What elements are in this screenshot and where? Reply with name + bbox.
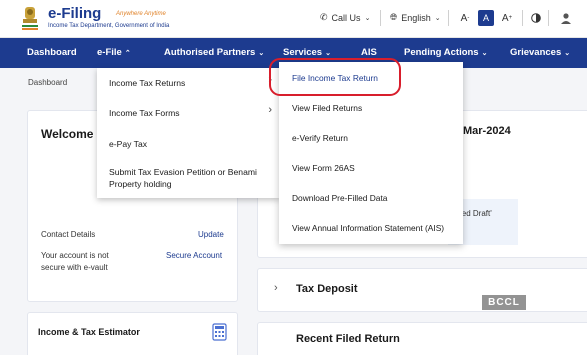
phone-icon: ✆ [320, 12, 328, 22]
nav-efile[interactable]: e-File ⌃ [97, 38, 131, 68]
chevron-down-icon: ⌄ [434, 14, 441, 22]
contact-details-label: Contact Details [41, 230, 96, 239]
chevron-right-icon: › [268, 104, 272, 116]
user-icon [561, 13, 571, 24]
divider [448, 10, 449, 26]
user-avatar[interactable] [560, 12, 572, 24]
submenu-item-everify-return[interactable]: e-Verify Return [279, 122, 463, 152]
menu-item-label-line2: Property holding [109, 179, 172, 189]
menu-item-tax-evasion-petition[interactable]: Submit Tax Evasion Petition or Benami Pr… [97, 158, 280, 198]
chevron-down-icon: ⌄ [481, 50, 488, 57]
menu-item-income-tax-returns[interactable]: Income Tax Returns › [97, 68, 280, 98]
submenu-item-label: View Filed Returns [292, 103, 363, 113]
menu-item-income-tax-forms[interactable]: Income Tax Forms › [97, 98, 280, 128]
chevron-down-icon: ⌄ [564, 50, 571, 57]
page: e-Filing Anywhere Anytime Income Tax Dep… [0, 0, 587, 355]
estimator-title: Income & Tax Estimator [38, 327, 140, 337]
secure-account-link[interactable]: Secure Account [166, 251, 222, 260]
submenu-item-view-filed-returns[interactable]: View Filed Returns [279, 92, 463, 122]
logo-title: e-Filing [48, 5, 102, 22]
font-decrease-label: A [460, 12, 468, 24]
divider [380, 10, 381, 26]
estimator-card[interactable]: Income & Tax Estimator [27, 312, 238, 355]
nav-label: Pending Actions [404, 47, 479, 58]
font-normal-button[interactable]: A [478, 10, 494, 26]
efiling-logo[interactable]: e-Filing Anywhere Anytime Income Tax Dep… [18, 5, 198, 33]
update-link[interactable]: Update [198, 230, 224, 239]
filing-date-text: Mar-2024 [463, 125, 511, 137]
chevron-up-icon: ⌃ [124, 50, 131, 57]
contrast-toggle-icon[interactable] [528, 10, 544, 26]
submenu-item-label: e-Verify Return [292, 133, 348, 143]
recent-filed-card[interactable]: Recent Filed Return [257, 322, 587, 355]
menu-item-label: Income Tax Returns [109, 78, 186, 88]
tax-deposit-label: Tax Deposit [296, 283, 358, 295]
nav-label: Grievances [510, 47, 562, 58]
submenu-item-view-form-26as[interactable]: View Form 26AS [279, 152, 463, 182]
submenu-item-download-prefilled[interactable]: Download Pre-Filled Data [279, 182, 463, 212]
menu-item-epay-tax[interactable]: e-Pay Tax [97, 128, 280, 158]
nav-label: Authorised Partners [164, 47, 256, 58]
font-decrease-button[interactable]: A- [457, 10, 473, 26]
font-increase-button[interactable]: A + [499, 10, 515, 26]
nav-authorised-partners[interactable]: Authorised Partners ⌄ [164, 38, 264, 68]
chevron-right-icon: › [274, 282, 278, 294]
nav-dashboard[interactable]: Dashboard [27, 38, 77, 68]
calculator-icon [212, 323, 227, 341]
nav-label: e-File [97, 47, 122, 58]
national-emblem-icon [22, 7, 38, 30]
menu-item-label: Income Tax Forms [109, 108, 180, 118]
breadcrumb[interactable]: Dashboard [28, 78, 67, 87]
tax-deposit-card[interactable]: › Tax Deposit [257, 268, 587, 312]
call-us-label: Call Us [331, 12, 361, 23]
chevron-down-icon: ⌄ [325, 50, 331, 57]
top-header: e-Filing Anywhere Anytime Income Tax Dep… [0, 0, 587, 38]
nav-label: Dashboard [27, 47, 77, 58]
vault-warning-line1: Your account is not [41, 251, 109, 260]
nav-grievances[interactable]: Grievances ⌄ [510, 38, 570, 68]
divider [548, 10, 549, 26]
nav-label: AIS [361, 47, 377, 58]
menu-item-label-line1: Submit Tax Evasion Petition or Benami [109, 167, 257, 177]
watermark: BCCL [482, 295, 526, 310]
nav-label: Services [283, 47, 323, 58]
menu-item-label: e-Pay Tax [109, 139, 148, 149]
recent-filed-label: Recent Filed Return [296, 333, 400, 345]
submenu-item-label: View Annual Information Statement (AIS) [292, 223, 445, 233]
logo-subtitle: Income Tax Department, Government of Ind… [48, 23, 170, 29]
submenu-item-view-ais[interactable]: View Annual Information Statement (AIS) [279, 212, 463, 244]
efile-dropdown: Income Tax Returns › Income Tax Forms › … [97, 68, 280, 198]
globe-icon: 🌐︎ [390, 12, 398, 22]
submenu-item-label: Download Pre-Filled Data [292, 193, 388, 203]
chevron-down-icon: ⌄ [258, 50, 265, 57]
font-increase-label: A [501, 12, 509, 24]
welcome-title: Welcome B [41, 127, 106, 141]
language-label: English [401, 12, 431, 23]
logo-tagline: Anywhere Anytime [116, 11, 166, 17]
call-us-menu[interactable]: ✆ Call Us ⌄ [320, 12, 370, 23]
highlight-ring [269, 58, 401, 96]
vault-warning-line2: secure with e-vault [41, 263, 108, 272]
font-normal-label: A [482, 13, 489, 23]
language-select[interactable]: 🌐︎ English ⌄ [390, 12, 441, 23]
divider [522, 10, 523, 26]
chevron-down-icon: ⌄ [364, 14, 371, 22]
submenu-item-label: View Form 26AS [292, 163, 355, 173]
